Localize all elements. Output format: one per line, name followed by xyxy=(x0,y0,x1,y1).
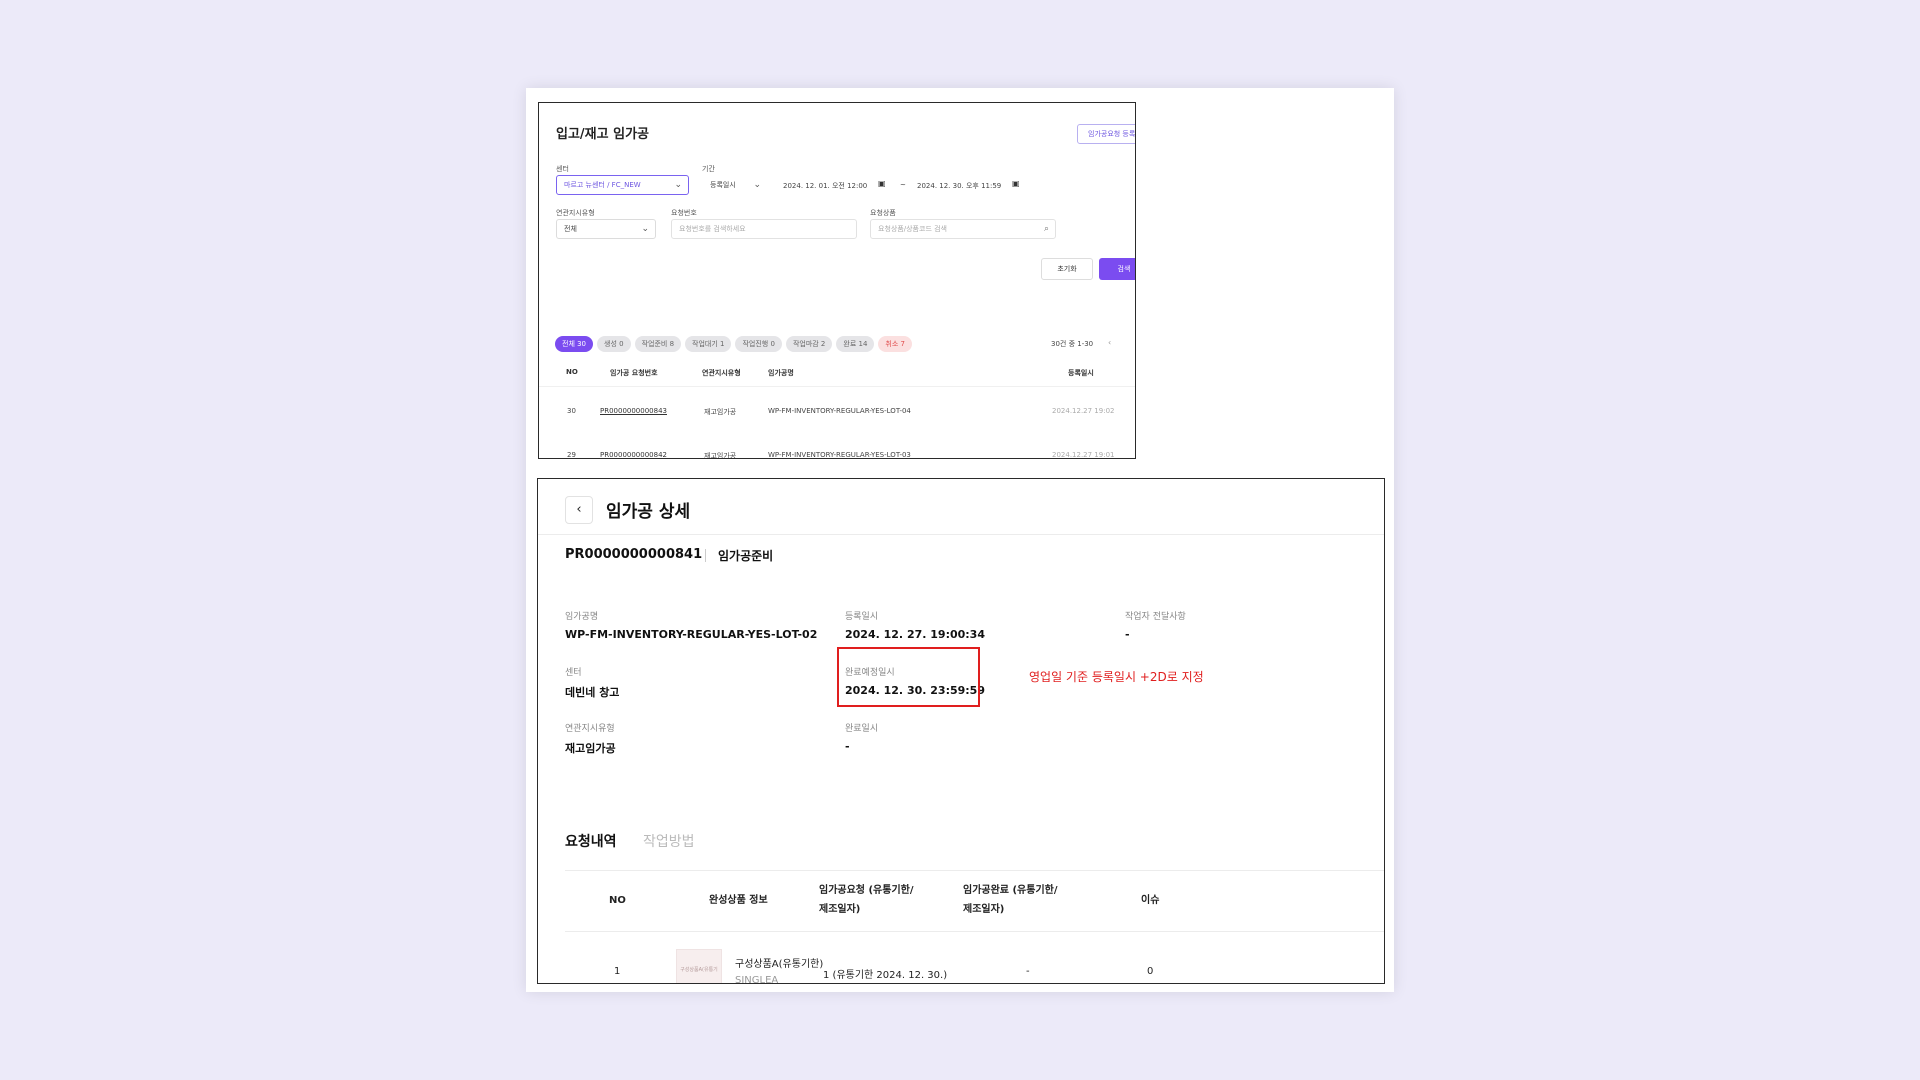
detail-title: 임가공 상세 xyxy=(606,502,691,522)
period-type-value: 등록일시 xyxy=(710,181,736,189)
tab-request-details[interactable]: 요청내역 xyxy=(565,831,617,851)
product-thumbnail: 구성상품A(유통기한) xyxy=(676,949,722,983)
row-link-type: 재고임가공 xyxy=(704,408,737,416)
link-type-label: 연관지시유형 xyxy=(565,724,615,734)
center-select-value: 마르고 뉴센터 / FC_NEW xyxy=(564,181,641,189)
row-request: 1 (유통기한 2024. 12. 30.) xyxy=(823,970,948,981)
chip-done[interactable]: 완료 14 xyxy=(836,336,875,352)
register-request-button[interactable]: 임가공요청 등록 xyxy=(1077,124,1135,144)
center-select[interactable]: 마르고 뉴센터 / FC_NEW ⌄ xyxy=(556,175,689,195)
center-label: 센터 xyxy=(556,165,569,173)
header-divider xyxy=(538,534,1384,535)
search-icon[interactable]: ⌕ xyxy=(1044,220,1049,238)
request-id: PR0000000000841 xyxy=(565,547,703,562)
chip-created[interactable]: 생성 0 xyxy=(597,336,631,352)
registered-label: 등록일시 xyxy=(845,612,879,622)
reset-button[interactable]: 초기화 xyxy=(1041,258,1093,280)
row-complete: - xyxy=(1026,966,1030,977)
period-label: 기간 xyxy=(702,165,715,173)
chip-cancelled[interactable]: 취소 7 xyxy=(878,336,912,352)
col-request: 임가공요청 (유통기한/ 제조일자) xyxy=(819,885,914,915)
row-no: 29 xyxy=(567,451,576,459)
date-to-input[interactable]: 2024. 12. 30. 오후 11:59 xyxy=(917,181,1001,191)
col-no: NO xyxy=(566,368,578,376)
chevron-down-icon: ⌄ xyxy=(674,180,682,190)
product-search-input[interactable]: 요청상품/상품코드 검색 ⌕ xyxy=(870,219,1056,239)
date-separator: ~ xyxy=(900,181,906,189)
row-name: WP-FM-INVENTORY-REGULAR-YES-LOT-03 xyxy=(768,451,911,459)
row-no: 1 xyxy=(614,966,621,977)
search-button[interactable]: 검색 xyxy=(1099,258,1135,280)
completed-value: - xyxy=(845,740,850,753)
row-link-type: 재고임가공 xyxy=(704,452,737,459)
row-product-name: 구성상품A(유통기한) xyxy=(735,959,824,970)
center-value: 데빈네 창고 xyxy=(565,686,620,699)
tab-work-method[interactable]: 작업방법 xyxy=(643,831,695,851)
col-request-no: 임가공 요청번호 xyxy=(610,369,658,377)
row-registered: 2024.12.27 19:02 xyxy=(1052,407,1115,415)
request-no-input[interactable]: 요청번호를 검색하세요 xyxy=(671,219,857,239)
chip-waiting[interactable]: 작업대기 1 xyxy=(685,336,732,352)
col-no: NO xyxy=(609,895,626,906)
chevron-down-icon: ⌄ xyxy=(753,180,761,190)
date-from-input[interactable]: 2024. 12. 01. 오전 12:00 xyxy=(783,181,867,191)
name-value: WP-FM-INVENTORY-REGULAR-YES-LOT-02 xyxy=(565,628,818,641)
link-type-value: 재고임가공 xyxy=(565,742,616,755)
col-link-type: 연관지시유형 xyxy=(702,369,741,377)
annotation-text: 영업일 기준 등록일시 +2D로 지정 xyxy=(1029,670,1204,684)
col-name: 임가공명 xyxy=(768,369,794,377)
back-button[interactable]: ‹ xyxy=(565,496,593,524)
col-complete: 임가공완료 (유통기한/ 제조일자) xyxy=(963,885,1058,915)
row-issue: 0 xyxy=(1147,966,1154,977)
registered-value: 2024. 12. 27. 19:00:34 xyxy=(845,628,985,641)
row-no: 30 xyxy=(567,407,576,415)
row-request-no-link[interactable]: PR0000000000842 xyxy=(600,451,667,458)
row-product-code: SINGLEA xyxy=(735,975,779,984)
highlight-box xyxy=(837,647,980,707)
divider xyxy=(705,549,706,562)
row-request-no-link[interactable]: PR0000000000843 xyxy=(600,407,667,415)
name-label: 임가공명 xyxy=(565,612,599,622)
col-product: 완성상품 정보 xyxy=(709,895,768,906)
calendar-icon[interactable]: ▣ xyxy=(1012,179,1020,188)
center-label: 센터 xyxy=(565,668,582,678)
completed-label: 완료일시 xyxy=(845,724,879,734)
list-screen-panel: 입고/재고 임가공 임가공요청 등록 센터 마르고 뉴센터 / FC_NEW ⌄… xyxy=(538,102,1136,459)
table-header-divider xyxy=(565,931,1384,932)
row-registered: 2024.12.27 19:01 xyxy=(1052,451,1115,459)
worker-note-value: - xyxy=(1125,628,1130,641)
chevron-left-icon[interactable]: ‹ xyxy=(1108,338,1111,347)
link-type-label: 연관지시유형 xyxy=(556,209,595,217)
status-filter-chips: 전체 30 생성 0 작업준비 8 작업대기 1 작업진행 0 작업마감 2 완… xyxy=(555,336,912,352)
detail-screen-panel: ‹ 임가공 상세 PR0000000000841 임가공준비 임가공명 WP-F… xyxy=(537,478,1385,984)
link-type-value: 전체 xyxy=(564,225,577,233)
tab-divider xyxy=(565,870,1384,871)
chip-in-progress[interactable]: 작업진행 0 xyxy=(735,336,782,352)
status-badge: 임가공준비 xyxy=(718,549,774,563)
table-divider xyxy=(539,386,1135,387)
chip-all[interactable]: 전체 30 xyxy=(555,336,594,352)
product-label: 요청상품 xyxy=(870,209,896,217)
col-registered: 등록일시 xyxy=(1068,369,1094,377)
col-issue: 이슈 xyxy=(1141,895,1160,906)
calendar-icon[interactable]: ▣ xyxy=(878,179,886,188)
pagination-info: 30건 중 1-30 xyxy=(1051,340,1094,348)
period-type-select[interactable]: 등록일시 ⌄ xyxy=(702,175,768,195)
chevron-down-icon: ⌄ xyxy=(641,224,649,234)
chip-closing[interactable]: 작업마감 2 xyxy=(785,336,833,352)
product-search-placeholder: 요청상품/상품코드 검색 xyxy=(878,225,947,233)
worker-note-label: 작업자 전달사항 xyxy=(1125,612,1186,622)
page-title: 입고/재고 임가공 xyxy=(556,127,649,142)
request-no-label: 요청번호 xyxy=(671,209,697,217)
chip-prep[interactable]: 작업준비 8 xyxy=(634,336,682,352)
row-name: WP-FM-INVENTORY-REGULAR-YES-LOT-04 xyxy=(768,407,911,415)
chevron-left-icon: ‹ xyxy=(576,502,582,517)
link-type-select[interactable]: 전체 ⌄ xyxy=(556,219,656,239)
